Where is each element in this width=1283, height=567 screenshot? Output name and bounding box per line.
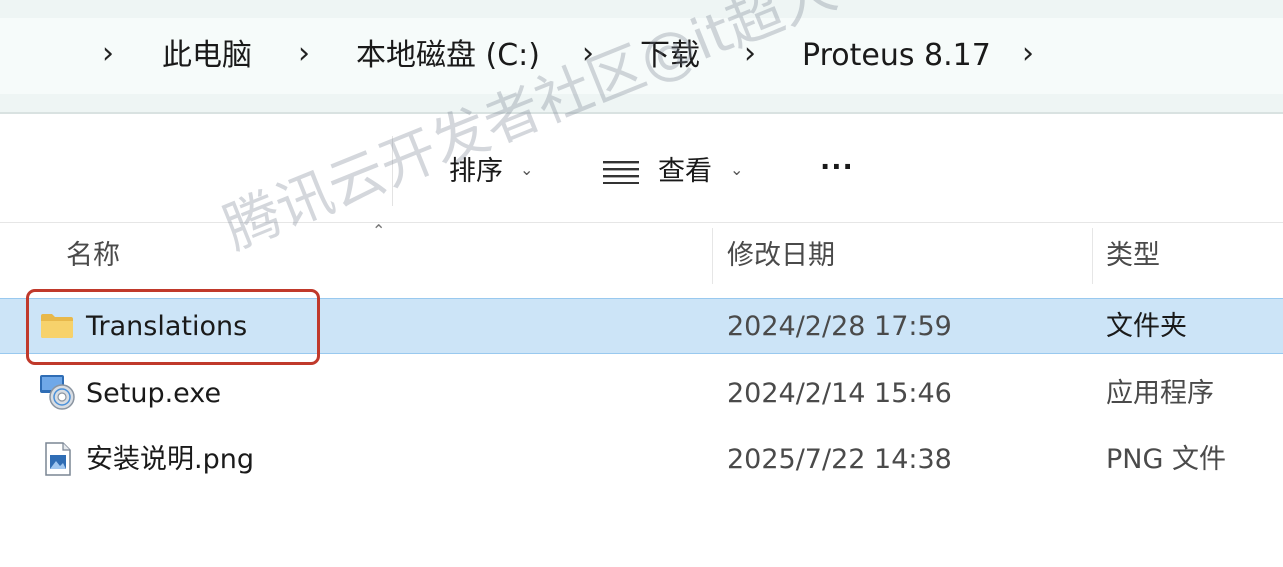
sort-ascending-icon: ⌃ <box>372 221 386 240</box>
breadcrumb-item-proteus[interactable]: Proteus 8.17 <box>802 36 991 76</box>
sort-button[interactable]: 排序 <box>449 154 503 190</box>
divider <box>0 222 1283 223</box>
file-type: PNG 文件 <box>1106 444 1226 475</box>
column-header-modified[interactable]: 修改日期 <box>727 238 835 274</box>
breadcrumb-item-this-pc[interactable]: 此电脑 <box>162 36 252 76</box>
column-divider[interactable] <box>1092 228 1093 284</box>
file-modified-date: 2025/7/22 14:38 <box>727 444 952 475</box>
breadcrumb-chevron-icon[interactable]: › <box>102 34 114 74</box>
file-type: 文件夹 <box>1106 311 1187 342</box>
breadcrumb-chevron-icon[interactable]: › <box>298 34 310 74</box>
file-modified-date: 2024/2/14 15:46 <box>727 378 952 409</box>
column-divider[interactable] <box>712 228 713 284</box>
column-header-name[interactable]: 名称 <box>66 238 120 274</box>
column-header-type[interactable]: 类型 <box>1106 238 1160 274</box>
file-modified-date: 2024/2/28 17:59 <box>727 311 952 342</box>
file-type: 应用程序 <box>1106 378 1214 409</box>
highlight-annotation-box <box>26 289 320 365</box>
file-name[interactable]: Setup.exe <box>86 376 221 412</box>
more-options-button[interactable]: ··· <box>820 150 854 186</box>
view-list-icon[interactable] <box>603 160 639 184</box>
divider <box>392 136 393 206</box>
installer-icon <box>40 375 75 410</box>
breadcrumb-chevron-icon[interactable]: › <box>1022 34 1034 74</box>
breadcrumb-item-downloads[interactable]: 下载 <box>640 36 700 76</box>
image-file-icon <box>45 442 71 476</box>
chevron-down-icon[interactable]: ⌄ <box>730 160 743 179</box>
file-name[interactable]: 安装说明.png <box>86 442 254 478</box>
chevron-down-icon[interactable]: ⌄ <box>520 160 533 179</box>
breadcrumb-chevron-icon[interactable]: › <box>744 34 756 74</box>
command-bar <box>0 114 1283 222</box>
breadcrumb-item-local-disk[interactable]: 本地磁盘 (C:) <box>356 36 540 76</box>
view-button[interactable]: 查看 <box>658 154 712 190</box>
breadcrumb-chevron-icon[interactable]: › <box>582 34 594 74</box>
